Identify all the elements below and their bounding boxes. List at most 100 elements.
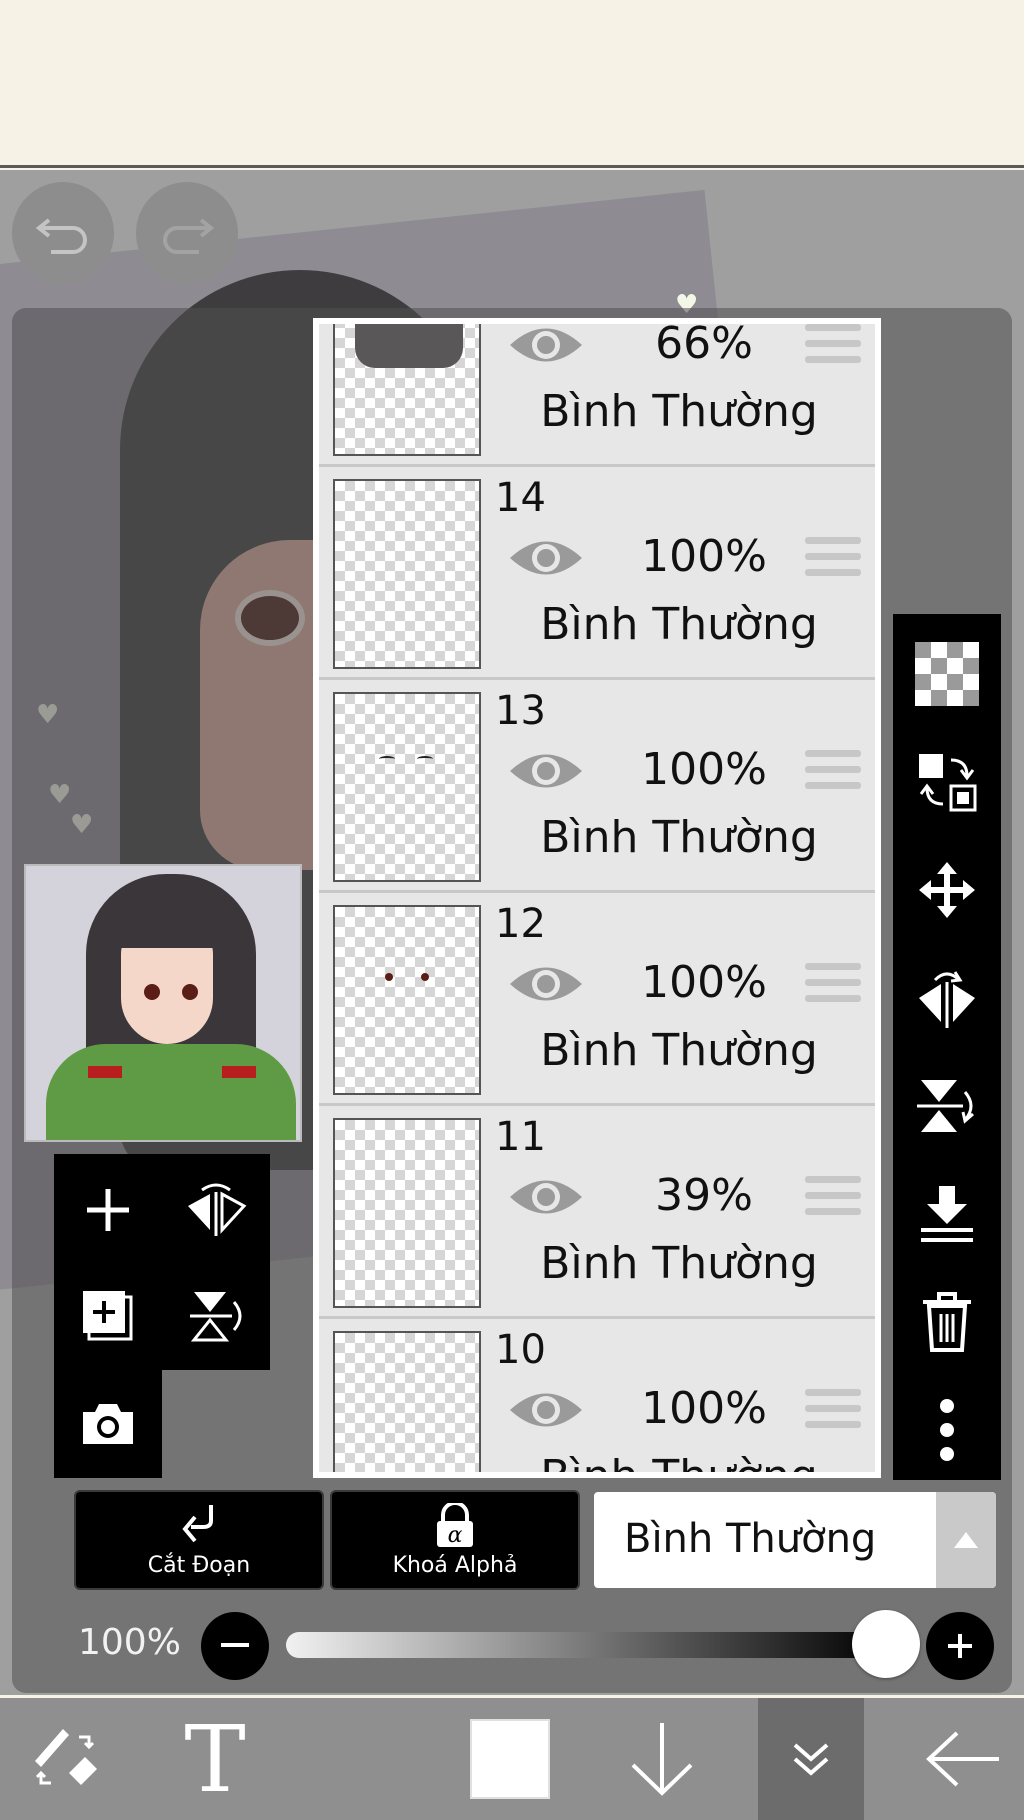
flip-horizontal-icon [188,1183,247,1236]
eye-icon[interactable] [507,1385,585,1435]
transparency-button[interactable] [893,620,1001,728]
layer-number: 13 [495,688,546,734]
arrow-down-icon [631,1723,693,1796]
duplicate-layer-button[interactable] [58,1266,158,1366]
add-layer-button[interactable] [58,1160,158,1260]
layer-number: 14 [495,475,546,521]
drag-handle-icon[interactable] [805,1389,861,1435]
brush-eraser-icon [35,1729,97,1785]
layer-thumb-brow-art [417,756,433,762]
layer-thumb-brow-art [379,756,395,762]
flip-layer-horizontal-button[interactable] [893,944,1001,1052]
layer-row[interactable]: 10 100% Bình Thường [319,1319,875,1472]
move-layer-button[interactable] [893,836,1001,944]
preview-uniform [46,1044,296,1140]
eye-icon[interactable] [507,959,585,1009]
layer-blend-mode: Bình Thường [540,1025,818,1076]
blend-mode-value: Bình Thường [624,1516,877,1562]
layer-down-button[interactable] [612,1698,712,1820]
layer-number: 10 [495,1327,546,1373]
layer-blend-mode: Bình Thường [540,386,818,437]
app-root: ♥ ♥ ♥ ♥ [0,0,1024,1820]
flip-vertical-button[interactable] [166,1266,266,1366]
layer-thumb-eye-art [385,973,393,981]
bottom-toolbar: T [0,1698,1024,1820]
brush-eraser-toggle-button[interactable] [10,1698,120,1820]
eye-icon[interactable] [507,533,585,583]
undo-button[interactable] [12,182,114,284]
layer-blend-mode: Bình Thường [540,812,818,863]
blend-mode-select[interactable]: Bình Thường [594,1492,996,1588]
clipping-button[interactable]: Cắt Đoạn [74,1490,324,1590]
plus-icon [948,1634,972,1658]
layer-row[interactable]: 12 100% Bình Thường [319,893,875,1106]
merge-down-icon [921,1186,973,1242]
more-options-button[interactable] [893,1376,1001,1484]
alpha-lock-button[interactable]: α Khoá Alphả [330,1490,580,1590]
flip-layer-vertical-button[interactable] [893,1052,1001,1160]
drag-handle-icon[interactable] [805,324,861,370]
layer-thumbnail [333,479,481,669]
layer-side-toolbar [893,614,1001,1480]
drag-handle-icon[interactable] [805,537,861,583]
eye-icon[interactable] [507,746,585,796]
color-picker-button[interactable] [460,1698,560,1820]
alpha-lock-label: Khoá Alphả [392,1552,518,1578]
redo-button[interactable] [136,182,238,284]
opacity-slider-thumb[interactable] [852,1610,920,1678]
layer-list[interactable]: 1566%Bình Thường14100%Bình Thường13100%B… [319,324,875,1472]
layer-thumbnail [333,692,481,882]
minus-icon [221,1643,249,1647]
flip-vertical-icon [917,1080,974,1132]
clipping-label: Cắt Đoạn [147,1552,251,1578]
layer-opacity: 100% [641,744,767,795]
import-photo-button[interactable] [58,1374,158,1474]
top-bar [0,0,1024,168]
layer-blend-mode: Bình Thường [540,599,818,650]
blend-mode-dropdown-arrow[interactable] [936,1492,996,1588]
preview-eye [144,984,160,1000]
swap-icon [919,754,977,812]
flip-horizontal-button[interactable] [166,1160,266,1260]
undo-icon [35,218,87,254]
opacity-increase-button[interactable] [926,1612,994,1680]
preview-collar-patch [222,1066,256,1078]
layer-list-panel: 1566%Bình Thường14100%Bình Thường13100%B… [313,318,881,1478]
text-tool-glyph: T [184,1705,246,1813]
drag-handle-icon[interactable] [805,1176,861,1222]
layer-number: 12 [495,901,546,947]
delete-layer-button[interactable] [893,1268,1001,1376]
opacity-decrease-button[interactable] [201,1612,269,1680]
back-button[interactable] [908,1698,1018,1820]
current-color-swatch [470,1719,550,1799]
layer-blend-mode: Bình Thường [540,1238,818,1289]
layer-thumbnail [333,1331,481,1472]
layer-row[interactable]: 1566%Bình Thường [319,324,875,467]
clipping-arrow-icon [182,1504,213,1542]
lock-alpha-icon: α [437,1502,473,1548]
layers-menu-button[interactable] [758,1698,864,1820]
eye-icon[interactable] [507,1172,585,1222]
layer-blend-mode: Bình Thường [519,1451,839,1472]
merge-down-button[interactable] [893,1160,1001,1268]
eye-icon[interactable] [507,324,585,370]
opacity-slider[interactable] [286,1632,886,1658]
layer-row[interactable]: 11 39% Bình Thường [319,1106,875,1319]
redo-icon [163,218,215,254]
duplicate-layer-icon [83,1291,133,1341]
drag-handle-icon[interactable] [805,750,861,796]
canvas-preview-thumbnail[interactable] [24,864,302,1142]
opacity-label: 100% [78,1622,181,1663]
text-tool-button[interactable]: T [160,1698,270,1820]
layer-thumbnail [333,1118,481,1308]
drag-handle-icon[interactable] [805,963,861,1009]
layer-opacity: 100% [641,1383,767,1434]
preview-collar-patch [88,1066,122,1078]
move-icon [919,862,975,918]
layer-number: 11 [495,1114,546,1160]
trash-icon [923,1292,971,1352]
layer-row[interactable]: 14 100% Bình Thường [319,467,875,680]
swap-layer-button[interactable] [893,728,1001,836]
layer-row[interactable]: 13 100% Bình Thường [319,680,875,893]
more-vertical-icon [940,1399,954,1461]
